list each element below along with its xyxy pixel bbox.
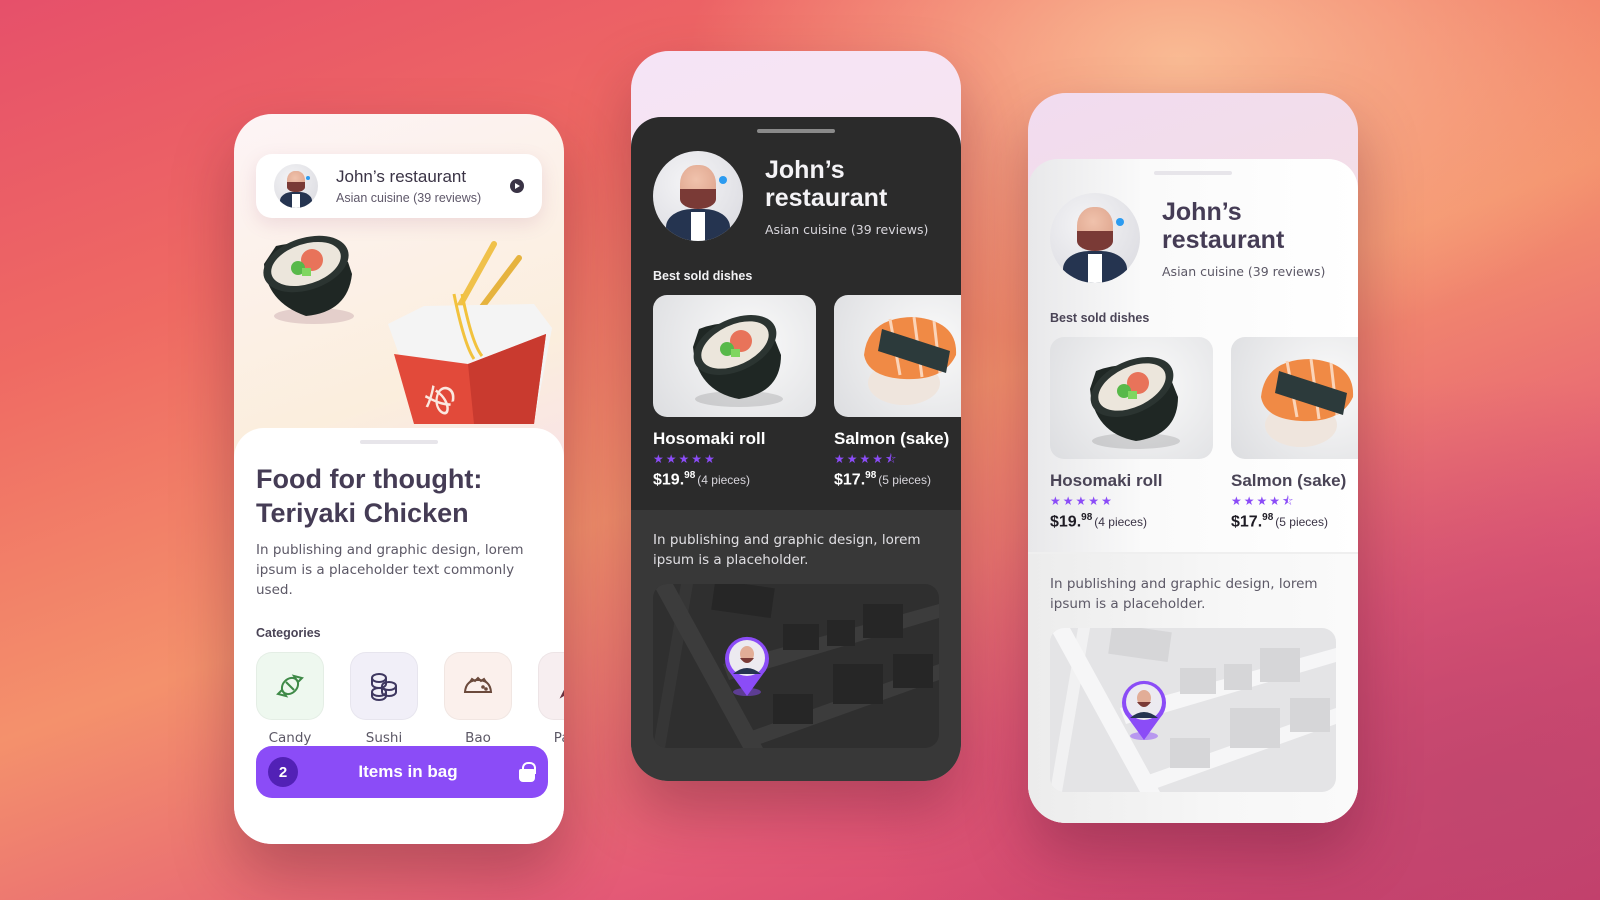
star-icon: ★ bbox=[872, 452, 884, 466]
restaurant-subtitle: Asian cuisine (39 reviews) bbox=[765, 221, 929, 237]
phone-screen-restaurant-light: John’s restaurant Asian cuisine (39 revie… bbox=[1028, 93, 1358, 823]
category-pasta[interactable]: Pasta bbox=[538, 652, 564, 746]
rating-stars: ★ ★ ★ ★ ★ bbox=[653, 453, 816, 465]
dish-price: $19.98 (4 pieces) bbox=[1050, 512, 1147, 531]
restaurant-header: John’s restaurant Asian cuisine (39 revie… bbox=[1028, 193, 1358, 283]
star-icon: ★ bbox=[1050, 494, 1061, 508]
category-candy[interactable]: Candy bbox=[256, 652, 324, 746]
best-sold-label: Best sold dishes bbox=[653, 269, 753, 283]
star-icon: ★ bbox=[1269, 494, 1281, 508]
candy-icon bbox=[276, 674, 304, 698]
star-half-icon: ⯪ bbox=[1282, 494, 1294, 508]
best-sold-label: Best sold dishes bbox=[1050, 311, 1150, 325]
restaurant-card[interactable]: John’s restaurant Asian cuisine (39 revi… bbox=[256, 154, 542, 218]
categories-label: Categories bbox=[256, 626, 321, 640]
dishes-carousel[interactable]: Hosomaki roll ★ ★ ★ ★ ★ $19.98 (4 pieces) Sal… bbox=[631, 295, 961, 489]
shopping-bag-icon bbox=[518, 762, 536, 782]
dish-price: $17.98 (5 pieces) bbox=[834, 470, 931, 489]
restaurant-sheet: John’s restaurant Asian cuisine (39 revie… bbox=[631, 117, 961, 781]
bag-label: Items in bag bbox=[358, 762, 458, 781]
restaurant-name: John’s restaurant bbox=[336, 167, 467, 186]
map[interactable] bbox=[653, 584, 939, 748]
sheet-handle[interactable] bbox=[757, 129, 835, 133]
items-in-bag-button[interactable]: 2 Items in bag bbox=[256, 746, 548, 798]
restaurant-sheet: John’s restaurant Asian cuisine (39 revie… bbox=[1028, 159, 1358, 823]
dish-card[interactable]: Hosomaki roll ★ ★ ★ ★ ★ $19.98 (4 pieces) bbox=[653, 295, 816, 489]
star-icon: ★ bbox=[691, 452, 703, 466]
star-icon: ★ bbox=[653, 452, 664, 466]
dish-card[interactable]: Hosomaki roll ★ ★ ★ ★ ★ $19.98 (4 pieces) bbox=[1050, 337, 1213, 531]
location-description: In publishing and graphic design, lorem … bbox=[653, 532, 921, 568]
phone-screen-home: John’s restaurant Asian cuisine (39 revi… bbox=[234, 114, 564, 844]
dish-name: Salmon (sake) bbox=[834, 429, 950, 448]
star-icon: ★ bbox=[846, 452, 858, 466]
category-bao[interactable]: Bao bbox=[444, 652, 512, 746]
star-half-icon: ⯪ bbox=[885, 452, 897, 466]
star-icon: ★ bbox=[859, 452, 871, 466]
map-pin-icon[interactable] bbox=[1118, 678, 1170, 742]
star-icon: ★ bbox=[665, 452, 677, 466]
play-icon[interactable] bbox=[510, 179, 524, 193]
dish-image-hosomaki bbox=[653, 295, 816, 417]
dish-price: $17.98 (5 pieces) bbox=[1231, 512, 1328, 531]
restaurant-avatar bbox=[1050, 193, 1140, 283]
noodle-box-image: あ bbox=[388, 241, 552, 424]
restaurant-name: John’s restaurant bbox=[1162, 197, 1285, 254]
map[interactable] bbox=[1050, 628, 1336, 792]
star-icon: ★ bbox=[1075, 494, 1087, 508]
bao-icon bbox=[463, 676, 493, 693]
sheet-handle[interactable] bbox=[1154, 171, 1232, 175]
restaurant-header: John’s restaurant Asian cuisine (39 revie… bbox=[631, 151, 961, 241]
star-icon: ★ bbox=[1243, 494, 1255, 508]
page-title: Food for thought: Teriyaki Chicken bbox=[256, 462, 542, 530]
phone-screen-restaurant-dark: John’s restaurant Asian cuisine (39 revie… bbox=[631, 51, 961, 781]
star-icon: ★ bbox=[1088, 494, 1100, 508]
star-icon: ★ bbox=[704, 452, 715, 466]
title-line-2: Teriyaki Chicken bbox=[256, 498, 469, 528]
dish-image-hosomaki bbox=[1050, 337, 1213, 459]
star-icon: ★ bbox=[1062, 494, 1074, 508]
pasta-icon bbox=[559, 689, 564, 699]
bag-count-badge: 2 bbox=[268, 757, 298, 787]
location-description: In publishing and graphic design, lorem … bbox=[1050, 576, 1318, 612]
star-icon: ★ bbox=[1231, 494, 1242, 508]
rating-stars: ★ ★ ★ ★ ⯪ bbox=[1231, 495, 1358, 507]
rating-stars: ★ ★ ★ ★ ⯪ bbox=[834, 453, 961, 465]
sushi-roll-image bbox=[263, 235, 354, 324]
star-icon: ★ bbox=[678, 452, 690, 466]
categories-list: Candy Sushi Bao P bbox=[256, 652, 564, 746]
restaurant-avatar bbox=[274, 164, 318, 208]
location-section: In publishing and graphic design, lorem … bbox=[1028, 552, 1358, 823]
category-label: Pasta bbox=[553, 730, 564, 746]
category-sushi[interactable]: Sushi bbox=[350, 652, 418, 746]
restaurant-subtitle: Asian cuisine (39 reviews) bbox=[1162, 263, 1326, 279]
description: In publishing and graphic design, lorem … bbox=[256, 542, 524, 598]
category-label: Bao bbox=[465, 730, 491, 746]
restaurant-name: John’s restaurant bbox=[765, 155, 888, 212]
dish-price: $19.98 (4 pieces) bbox=[653, 470, 750, 489]
rating-stars: ★ ★ ★ ★ ★ bbox=[1050, 495, 1213, 507]
category-label: Candy bbox=[268, 730, 312, 746]
map-pin-icon[interactable] bbox=[721, 634, 773, 698]
restaurant-avatar bbox=[653, 151, 743, 241]
sheet-handle[interactable] bbox=[360, 440, 438, 444]
dish-name: Hosomaki roll bbox=[653, 429, 766, 448]
star-icon: ★ bbox=[834, 452, 845, 466]
dish-name: Hosomaki roll bbox=[1050, 471, 1163, 490]
location-section: In publishing and graphic design, lorem … bbox=[631, 510, 961, 781]
dish-image-salmon bbox=[1231, 337, 1358, 459]
dish-card[interactable]: Salmon (sake) ★ ★ ★ ★ ⯪ $17.98 (5 pieces) bbox=[834, 295, 961, 489]
dish-card[interactable]: Salmon (sake) ★ ★ ★ ★ ⯪ $17.98 (5 pieces) bbox=[1231, 337, 1358, 531]
restaurant-subtitle: Asian cuisine (39 reviews) bbox=[336, 191, 482, 205]
title-line-1: Food for thought: bbox=[256, 464, 483, 494]
dish-image-salmon bbox=[834, 295, 961, 417]
star-icon: ★ bbox=[1256, 494, 1268, 508]
dishes-carousel[interactable]: Hosomaki roll ★ ★ ★ ★ ★ $19.98 (4 pieces) Sal… bbox=[1028, 337, 1358, 531]
dish-name: Salmon (sake) bbox=[1231, 471, 1347, 490]
sushi-icon bbox=[371, 673, 397, 701]
star-icon: ★ bbox=[1101, 494, 1112, 508]
category-label: Sushi bbox=[365, 730, 403, 746]
